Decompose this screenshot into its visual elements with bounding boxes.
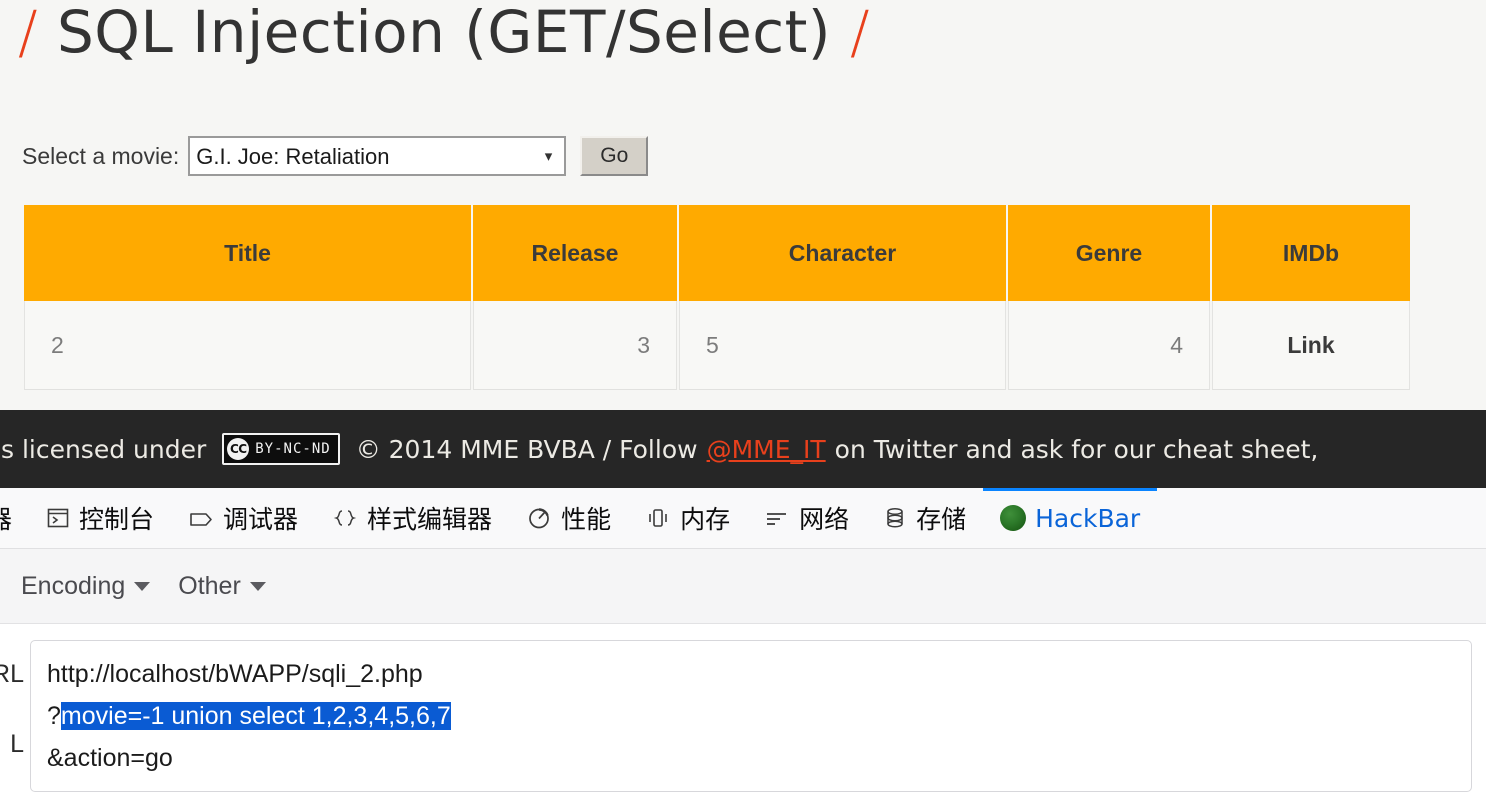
- select-movie-label: Select a movie:: [22, 142, 180, 169]
- tab-style-editor[interactable]: 样式编辑器: [315, 488, 509, 548]
- url-line-3: &action=go: [47, 744, 173, 772]
- bwapp-page: / SQL Injection (GET/Select) / Select a …: [0, 0, 1486, 410]
- hackbar-menu-other[interactable]: Other: [178, 572, 266, 601]
- cell-title: 2: [24, 301, 471, 390]
- tab-hackbar[interactable]: HackBar: [983, 488, 1158, 548]
- storage-icon: [883, 505, 907, 531]
- chevron-down-icon: [249, 581, 266, 591]
- cc-mark: CC: [227, 438, 250, 460]
- hackbar-menu-other-label: Other: [178, 571, 241, 600]
- debugger-icon: [188, 506, 214, 530]
- sql-field-label: L: [10, 730, 24, 758]
- column-header-title: Title: [24, 205, 471, 301]
- tab-storage-label: 存储: [916, 505, 967, 534]
- url-field-label: RL: [0, 660, 24, 688]
- hackbar-icon: [1000, 505, 1027, 531]
- go-button[interactable]: Go: [580, 136, 649, 176]
- movie-select-wrap: G.I. Joe: Retaliation ▾: [188, 136, 567, 176]
- title-slash-right: /: [849, 0, 871, 66]
- tab-debugger-label: 调试器: [223, 505, 299, 534]
- hackbar-field-labels: RL L: [0, 640, 30, 806]
- page-footer: P is licensed under CC BY-NC-ND © 2014 M…: [0, 410, 1486, 488]
- memory-icon: [645, 506, 671, 530]
- cell-genre: 4: [1008, 301, 1210, 390]
- url-line-2-prefix: ?: [47, 702, 61, 730]
- footer-trailing-text: on Twitter and ask for our cheat sheet,: [834, 434, 1319, 464]
- creative-commons-badge-icon: CC BY-NC-ND: [222, 433, 340, 465]
- tab-console[interactable]: 控制台: [29, 488, 171, 548]
- tab-hackbar-label: HackBar: [1035, 503, 1141, 533]
- title-slash-left: /: [18, 0, 39, 66]
- tab-memory[interactable]: 内存: [628, 488, 747, 548]
- console-icon: [46, 506, 70, 530]
- table-row: 2 3 5 4 Link: [24, 301, 1410, 390]
- network-icon: [764, 506, 790, 530]
- table-header-row: Title Release Character Genre IMDb: [24, 205, 1410, 301]
- tab-network[interactable]: 网络: [747, 488, 866, 548]
- tab-inspector[interactable]: 器: [0, 488, 29, 548]
- cc-license-text: BY-NC-ND: [255, 441, 331, 457]
- results-table: Title Release Character Genre IMDb 2 3 5…: [22, 205, 1412, 390]
- devtools-panel: 器 控制台 调试器 样式编辑器 性能: [0, 488, 1486, 806]
- hackbar-body: RL L http://localhost/bWAPP/sqli_2.php ?m…: [0, 624, 1486, 806]
- url-line-1: http://localhost/bWAPP/sqli_2.php: [47, 660, 423, 688]
- hackbar-toolbar: Encoding Other: [0, 549, 1486, 624]
- chevron-down-icon: [134, 581, 151, 591]
- movie-form: Select a movie: G.I. Joe: Retaliation ▾ …: [22, 136, 649, 176]
- page-title: / SQL Injection (GET/Select) /: [18, 0, 870, 66]
- tab-console-label: 控制台: [79, 505, 155, 534]
- hackbar-menu-encoding-label: Encoding: [21, 571, 126, 600]
- tab-network-label: 网络: [799, 505, 850, 534]
- column-header-character: Character: [679, 205, 1006, 301]
- url-line-2-selection: movie=-1 union select 1,2,3,4,5,6,7: [60, 702, 451, 730]
- tab-performance-label: 性能: [561, 505, 612, 534]
- tab-performance[interactable]: 性能: [509, 488, 628, 548]
- cell-imdb-link[interactable]: Link: [1212, 301, 1410, 390]
- hackbar-menu-encoding[interactable]: Encoding: [21, 571, 151, 601]
- tab-storage[interactable]: 存储: [866, 488, 983, 548]
- column-header-genre: Genre: [1008, 205, 1210, 301]
- column-header-release: Release: [473, 205, 677, 301]
- tab-style-editor-label: 样式编辑器: [367, 505, 493, 534]
- style-editor-icon: [332, 506, 358, 530]
- url-input[interactable]: http://localhost/bWAPP/sqli_2.php ?movie=…: [30, 640, 1472, 792]
- footer-license-text: P is licensed under: [0, 434, 207, 464]
- column-header-imdb: IMDb: [1212, 205, 1410, 301]
- devtools-tab-strip: 器 控制台 调试器 样式编辑器 性能: [0, 488, 1486, 549]
- tab-memory-label: 内存: [680, 505, 731, 534]
- cell-character: 5: [679, 301, 1006, 390]
- tab-inspector-label: 器: [0, 500, 12, 536]
- performance-icon: [526, 505, 552, 531]
- cell-release: 3: [473, 301, 677, 390]
- page-title-text: SQL Injection (GET/Select): [56, 0, 832, 66]
- twitter-handle-link[interactable]: @MME_IT: [707, 435, 826, 464]
- tab-debugger[interactable]: 调试器: [171, 488, 315, 548]
- movie-select[interactable]: G.I. Joe: Retaliation: [188, 136, 567, 176]
- footer-copyright: © 2014 MME BVBA / Follow: [355, 434, 698, 464]
